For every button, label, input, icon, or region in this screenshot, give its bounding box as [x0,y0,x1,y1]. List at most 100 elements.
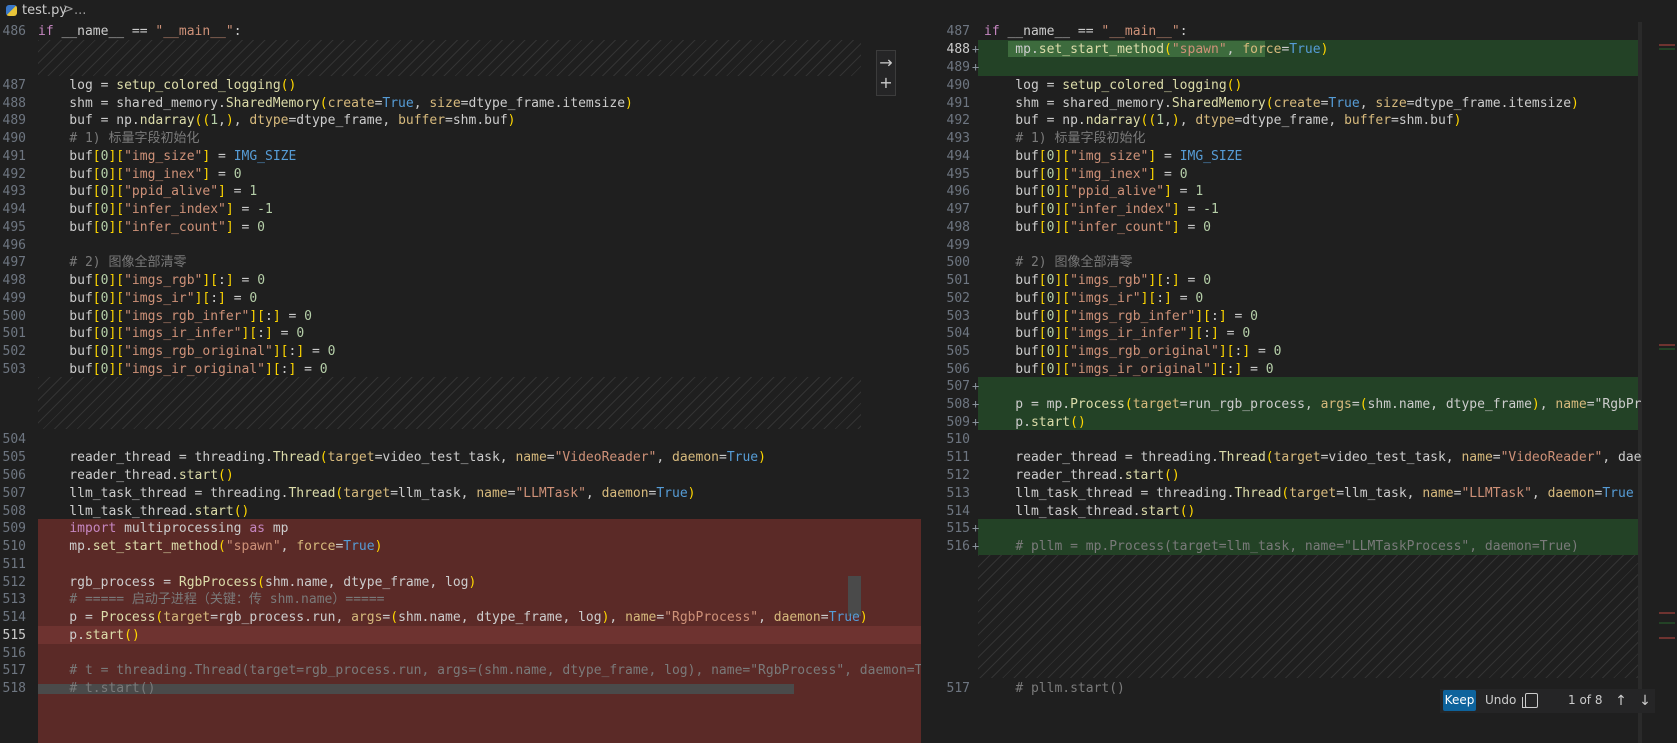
code-line[interactable]: 487 if __name__ == "__main__": [932,22,1655,41]
code-text[interactable]: buf[0]["imgs_rgb_original"][:] = 0 [984,342,1281,361]
code-line[interactable]: 516 + # pllm = mp.Process(target=llm_task… [932,537,1655,556]
code-text[interactable]: # pllm = mp.Process(target=llm_task, nam… [984,537,1579,556]
code-text[interactable]: # t = threading.Thread(target=rgb_proces… [38,661,921,680]
code-line[interactable]: 500 # 2) 图像全部清零 [932,253,1655,272]
code-line[interactable]: 510 [932,430,1655,449]
code-line[interactable]: 518 # t.start() [0,679,921,698]
code-line[interactable]: 492 buf = np.ndarray((1,), dtype=dtype_f… [932,111,1655,130]
code-text[interactable]: # 2) 图像全部清零 [38,253,186,272]
code-text[interactable]: buf[0]["ppid_alive"] = 1 [38,182,257,201]
code-line[interactable]: 499 buf[0]["imgs_ir"][:] = 0 [0,289,921,308]
code-line[interactable]: 487 log = setup_colored_logging() [0,76,921,95]
code-line[interactable]: 515 + [932,519,1655,538]
code-text[interactable]: # pllm.start() [984,679,1125,698]
code-text[interactable]: buf[0]["imgs_rgb"][:] = 0 [38,271,265,290]
code-line[interactable]: 493 buf[0]["ppid_alive"] = 1 [0,182,921,201]
code-text[interactable]: mp.set_start_method("spawn", force=True) [38,537,382,556]
code-text[interactable]: buf[0]["infer_index"] = -1 [38,200,273,219]
code-line[interactable]: 505 buf[0]["imgs_rgb_original"][:] = 0 [932,342,1655,361]
code-text[interactable]: buf[0]["infer_index"] = -1 [984,200,1219,219]
code-line[interactable]: 509 import multiprocessing as mp [0,519,921,538]
code-line[interactable]: 498 buf[0]["imgs_rgb"][:] = 0 [0,271,921,290]
undo-button[interactable]: Undo [1485,690,1516,711]
code-line[interactable]: 506 reader_thread.start() [0,466,921,485]
code-line[interactable]: 495 buf[0]["infer_count"] = 0 [0,218,921,237]
code-text[interactable]: buf[0]["img_size"] = IMG_SIZE [38,147,296,166]
code-text[interactable]: # t.start() [38,679,155,698]
code-text[interactable]: reader_thread.start() [984,466,1179,485]
code-line[interactable]: 494 buf[0]["img_size"] = IMG_SIZE [932,147,1655,166]
code-text[interactable]: buf[0]["imgs_ir"][:] = 0 [984,289,1203,308]
code-line[interactable]: 511 [0,555,921,574]
code-text[interactable]: if __name__ == "__main__": [984,22,1188,41]
code-line[interactable]: 508 + p = mp.Process(target=run_rgb_proce… [932,395,1655,414]
code-line[interactable]: 505 reader_thread = threading.Thread(tar… [0,448,921,467]
code-text[interactable]: buf[0]["imgs_rgb_original"][:] = 0 [38,342,335,361]
breadcrumb-more[interactable]: ... [74,3,86,18]
keep-button[interactable]: Keep [1443,690,1476,711]
code-text[interactable]: buf = np.ndarray((1,), dtype=dtype_frame… [38,111,515,130]
code-line[interactable]: 490 log = setup_colored_logging() [932,76,1655,95]
code-line[interactable]: 515 p.start() [0,626,921,645]
code-line[interactable]: 493 # 1) 标量字段初始化 [932,129,1655,148]
code-text[interactable]: log = setup_colored_logging() [38,76,296,95]
code-text[interactable]: reader_thread.start() [38,466,233,485]
original-editor-pane[interactable]: 486 if __name__ == "__main__": 487 log = s… [0,22,921,743]
code-text[interactable]: reader_thread = threading.Thread(target=… [984,448,1641,467]
code-text[interactable]: buf[0]["imgs_rgb"][:] = 0 [984,271,1211,290]
code-line[interactable]: 497 # 2) 图像全部清零 [0,253,921,272]
code-text[interactable]: buf[0]["imgs_ir_infer"][:] = 0 [984,324,1250,343]
code-text[interactable]: buf = np.ndarray((1,), dtype=dtype_frame… [984,111,1461,130]
code-line[interactable]: 507 llm_task_thread = threading.Thread(t… [0,484,921,503]
arrow-right-icon[interactable]: → [877,53,895,73]
modified-editor-pane[interactable]: 487 if __name__ == "__main__": 488 + mp.set… [932,22,1655,743]
code-text[interactable]: # 1) 标量字段初始化 [984,129,1145,148]
code-text[interactable]: p = mp.Process(target=run_rgb_process, a… [984,395,1641,414]
code-line[interactable]: 488 + mp.set_start_method("spawn", force=… [932,40,1655,59]
code-text[interactable]: p = Process(target=rgb_process.run, args… [38,608,867,627]
code-text[interactable]: p.start() [38,626,139,645]
code-text[interactable]: import multiprocessing as mp [38,519,288,538]
arrow-up-icon[interactable]: ↑ [1612,689,1630,713]
code-text[interactable]: buf[0]["imgs_ir_original"][:] = 0 [38,360,327,379]
code-text[interactable]: llm_task_thread = threading.Thread(targe… [38,484,695,503]
code-line[interactable]: 491 buf[0]["img_size"] = IMG_SIZE [0,147,921,166]
code-line[interactable]: 513 # ===== 启动子进程（关键：传 shm.name）===== [0,590,921,609]
code-line[interactable]: 498 buf[0]["infer_count"] = 0 [932,218,1655,237]
code-line[interactable]: 490 # 1) 标量字段初始化 [0,129,921,148]
code-line[interactable]: 489 buf = np.ndarray((1,), dtype=dtype_f… [0,111,921,130]
code-line[interactable]: 514 p = Process(target=rgb_process.run, … [0,608,921,627]
code-text[interactable]: buf[0]["infer_count"] = 0 [38,218,265,237]
overview-ruler[interactable] [1657,22,1677,743]
code-text[interactable]: buf[0]["img_size"] = IMG_SIZE [984,147,1242,166]
code-line[interactable]: 504 buf[0]["imgs_ir_infer"][:] = 0 [932,324,1655,343]
code-line[interactable]: 503 buf[0]["imgs_ir_original"][:] = 0 [0,360,921,379]
code-line[interactable]: 497 buf[0]["infer_index"] = -1 [932,200,1655,219]
code-line[interactable]: 510 mp.set_start_method("spawn", force=T… [0,537,921,556]
code-line[interactable]: 504 [0,430,921,449]
code-line[interactable]: 496 buf[0]["ppid_alive"] = 1 [932,182,1655,201]
code-text[interactable]: # ===== 启动子进程（关键：传 shm.name）===== [38,590,384,609]
code-text[interactable]: # 1) 标量字段初始化 [38,129,199,148]
code-line[interactable]: 511 reader_thread = threading.Thread(tar… [932,448,1655,467]
code-line[interactable]: 502 buf[0]["imgs_rgb_original"][:] = 0 [0,342,921,361]
code-line[interactable]: 486 if __name__ == "__main__": [0,22,921,41]
code-line[interactable]: 494 buf[0]["infer_index"] = -1 [0,200,921,219]
plus-icon[interactable]: + [877,73,895,93]
copy-icon[interactable] [1522,693,1538,708]
code-line[interactable]: 501 buf[0]["imgs_rgb"][:] = 0 [932,271,1655,290]
code-text[interactable]: llm_task_thread = threading.Thread(targe… [984,484,1633,503]
code-text[interactable]: buf[0]["imgs_ir"][:] = 0 [38,289,257,308]
code-line[interactable]: 502 buf[0]["imgs_ir"][:] = 0 [932,289,1655,308]
code-text[interactable]: reader_thread = threading.Thread(target=… [38,448,766,467]
code-text[interactable]: # 2) 图像全部清零 [984,253,1132,272]
code-line[interactable]: 501 buf[0]["imgs_ir_infer"][:] = 0 [0,324,921,343]
code-line[interactable]: 507 + [932,377,1655,396]
breadcrumb-file[interactable]: test.py [22,3,67,18]
code-line[interactable]: 513 llm_task_thread = threading.Thread(t… [932,484,1655,503]
code-text[interactable]: buf[0]["ppid_alive"] = 1 [984,182,1203,201]
code-text[interactable]: buf[0]["infer_count"] = 0 [984,218,1211,237]
code-text[interactable]: if __name__ == "__main__": [38,22,242,41]
code-text[interactable]: buf[0]["imgs_ir_infer"][:] = 0 [38,324,304,343]
code-line[interactable]: 489 + [932,58,1655,77]
